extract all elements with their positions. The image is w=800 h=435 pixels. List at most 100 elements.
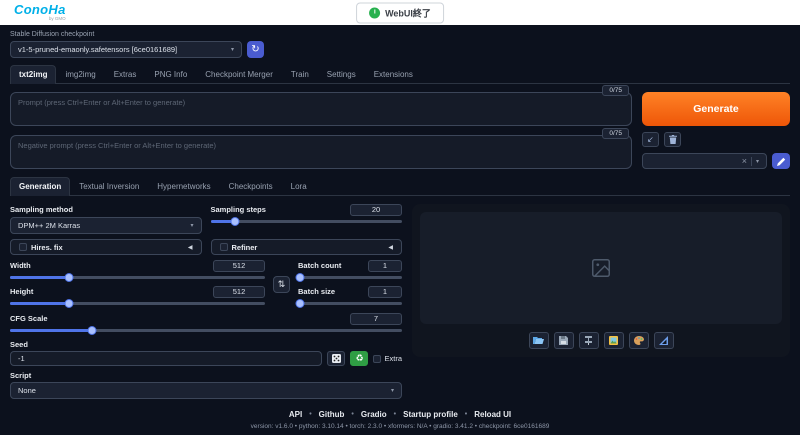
- random-seed-button[interactable]: [327, 351, 345, 366]
- output-toolbar: [420, 332, 782, 349]
- send-to-img2img-button[interactable]: [604, 332, 624, 349]
- prompt-token-counter: 0/75: [602, 85, 629, 96]
- tab-txt2img[interactable]: txt2img: [10, 65, 56, 84]
- checkpoint-dropdown[interactable]: v1-5-pruned-emaonly.safetensors [6ce0161…: [10, 41, 242, 58]
- main-content: Stable Diffusion checkpoint v1-5-pruned-…: [0, 25, 800, 425]
- open-folder-button[interactable]: [529, 332, 549, 349]
- sampling-steps-slider[interactable]: [211, 217, 403, 226]
- output-panel: [412, 204, 790, 357]
- tab-settings[interactable]: Settings: [318, 65, 365, 84]
- width-label: Width: [10, 261, 31, 270]
- tab-extensions[interactable]: Extensions: [365, 65, 422, 84]
- tab-hypernetworks[interactable]: Hypernetworks: [148, 177, 219, 196]
- footer-dot: •: [465, 411, 467, 418]
- chevron-down-icon: ▾: [231, 46, 234, 53]
- footer-link-github[interactable]: Github: [319, 410, 345, 419]
- clear-styles-icon[interactable]: ×: [742, 157, 752, 166]
- webui-exit-button[interactable]: WebUI終了: [356, 2, 444, 23]
- main-tab-bar: txt2img img2img Extras PNG Info Checkpoi…: [10, 65, 790, 84]
- paste-generation-params-button[interactable]: ↙: [642, 132, 659, 147]
- sampling-method-label: Sampling method: [10, 205, 73, 214]
- tab-checkpoints[interactable]: Checkpoints: [220, 177, 282, 196]
- sampling-method-value: DPM++ 2M Karras: [18, 221, 80, 230]
- refiner-accordion[interactable]: Refiner ◀: [211, 239, 403, 255]
- height-input[interactable]: [213, 286, 265, 298]
- edit-styles-button[interactable]: [772, 153, 790, 169]
- send-to-extras-button[interactable]: [629, 332, 649, 349]
- generation-controls: Sampling method DPM++ 2M Karras ▾ Sampli…: [10, 204, 402, 404]
- negative-prompt-input[interactable]: [10, 135, 632, 169]
- conoha-logo-text: ConoHa: [14, 3, 66, 16]
- power-icon: [369, 7, 380, 18]
- refiner-checkbox[interactable]: [220, 243, 228, 251]
- generate-button[interactable]: Generate: [642, 92, 790, 126]
- tab-train[interactable]: Train: [282, 65, 318, 84]
- extra-seed-label: Extra: [384, 354, 402, 363]
- generation-workspace: Sampling method DPM++ 2M Karras ▾ Sampli…: [10, 204, 790, 404]
- footer-dot: •: [351, 411, 353, 418]
- styles-dropdown[interactable]: × ▾: [642, 153, 767, 169]
- hires-fix-accordion[interactable]: Hires. fix ◀: [10, 239, 202, 255]
- seed-input[interactable]: [10, 351, 322, 366]
- tab-png-info[interactable]: PNG Info: [145, 65, 196, 84]
- checkbox-icon: [373, 355, 381, 363]
- batch-count-input[interactable]: [368, 260, 402, 272]
- tab-img2img[interactable]: img2img: [56, 65, 104, 84]
- zip-icon: [584, 336, 593, 345]
- extra-seed-checkbox[interactable]: Extra: [373, 354, 402, 363]
- sampling-steps-input[interactable]: [350, 204, 402, 216]
- chevron-down-icon: ▾: [756, 158, 759, 165]
- batch-size-input[interactable]: [368, 286, 402, 298]
- send-to-inpaint-button[interactable]: [654, 332, 674, 349]
- width-slider[interactable]: [10, 273, 265, 282]
- page-footer: API • Github • Gradio • Startup profile …: [10, 404, 790, 435]
- cfg-scale-slider[interactable]: [10, 326, 402, 335]
- height-slider[interactable]: [10, 299, 265, 308]
- footer-link-gradio[interactable]: Gradio: [361, 410, 387, 419]
- swap-icon: ⇅: [278, 279, 286, 290]
- chevron-down-icon: ▾: [391, 387, 394, 394]
- tab-lora[interactable]: Lora: [282, 177, 316, 196]
- footer-link-reload-ui[interactable]: Reload UI: [474, 410, 511, 419]
- footer-link-api[interactable]: API: [289, 410, 302, 419]
- height-label: Height: [10, 287, 33, 296]
- batch-size-label: Batch size: [298, 287, 335, 296]
- pencil-icon: [777, 157, 786, 166]
- sampling-steps-label: Sampling steps: [211, 205, 266, 214]
- footer-link-startup-profile[interactable]: Startup profile: [403, 410, 458, 419]
- ruler-icon: [659, 336, 668, 345]
- chevron-down-icon: ▾: [190, 222, 193, 229]
- tab-textual-inversion[interactable]: Textual Inversion: [70, 177, 148, 196]
- batch-size-slider[interactable]: [298, 299, 402, 308]
- swap-dimensions-button[interactable]: ⇅: [273, 276, 290, 293]
- refiner-label: Refiner: [232, 243, 258, 252]
- reuse-seed-button[interactable]: ♻: [350, 351, 368, 366]
- checkpoint-label: Stable Diffusion checkpoint: [10, 31, 790, 38]
- sampling-method-dropdown[interactable]: DPM++ 2M Karras ▾: [10, 217, 202, 234]
- width-input[interactable]: [213, 260, 265, 272]
- open-folder-icon: [533, 336, 544, 345]
- dice-icon: [332, 354, 341, 363]
- tab-generation[interactable]: Generation: [10, 177, 70, 196]
- prompt-input[interactable]: [10, 92, 632, 126]
- hires-fix-checkbox[interactable]: [19, 243, 27, 251]
- tab-checkpoint-merger[interactable]: Checkpoint Merger: [196, 65, 282, 84]
- output-image-area: [420, 212, 782, 324]
- batch-count-slider[interactable]: [298, 273, 402, 282]
- script-label: Script: [10, 371, 402, 380]
- conoha-logo: ConoHa by GMO: [14, 3, 66, 22]
- footer-dot: •: [309, 411, 311, 418]
- script-dropdown[interactable]: None ▾: [10, 382, 402, 399]
- collapsed-arrow-icon: ◀: [388, 244, 393, 251]
- palette-icon: [634, 336, 644, 345]
- webui-exit-label: WebUI終了: [385, 6, 431, 19]
- clear-prompt-button[interactable]: [664, 132, 681, 147]
- generate-column: Generate ↙ × ▾: [642, 92, 790, 169]
- cfg-scale-input[interactable]: [350, 313, 402, 325]
- tab-extras[interactable]: Extras: [105, 65, 146, 84]
- hires-fix-label: Hires. fix: [31, 243, 63, 252]
- footer-dot: •: [394, 411, 396, 418]
- save-image-button[interactable]: [554, 332, 574, 349]
- refresh-checkpoint-button[interactable]: ↻: [247, 41, 264, 58]
- save-zip-button[interactable]: [579, 332, 599, 349]
